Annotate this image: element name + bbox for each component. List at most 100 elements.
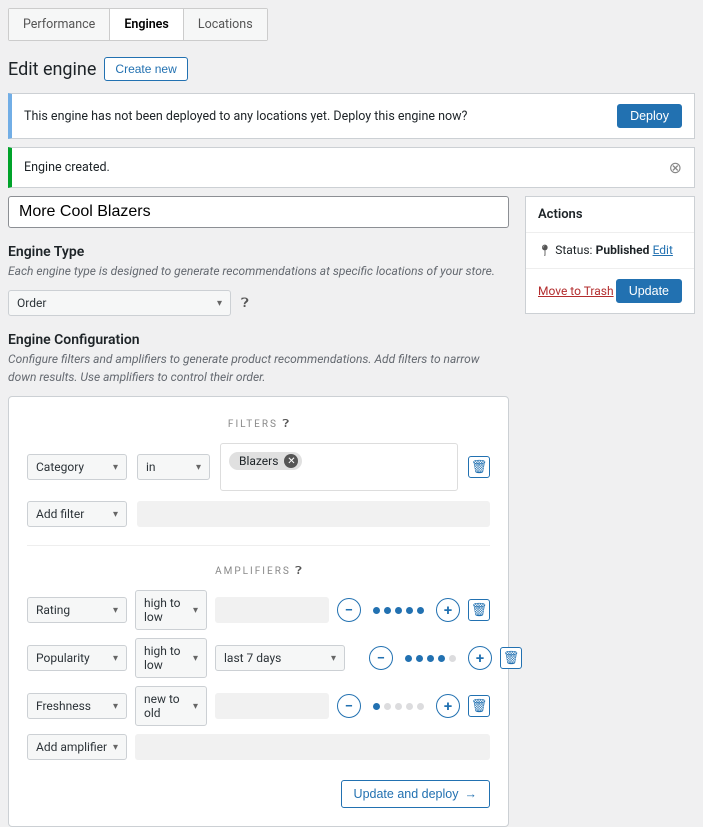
amplifier-placeholder [135,734,490,760]
engine-type-value: Order [17,296,46,310]
update-deploy-button[interactable]: Update and deploy → [341,780,490,808]
chevron-down-icon: ▾ [193,701,198,712]
add-filter-select[interactable]: Add filter▾ [27,501,127,527]
config-panel: FILTERS ❓︎ Category▾ in▾ Blazers ✕ 🗑︎ [8,396,509,827]
status-label: Status: [555,243,592,257]
filters-header: FILTERS ❓︎ [27,417,490,431]
actions-heading: Actions [526,197,694,233]
help-icon[interactable]: ❓︎ [295,564,302,577]
chevron-down-icon: ▾ [113,701,118,712]
weight-dot [373,703,380,710]
amp-placeholder [215,597,329,623]
deploy-notice: This engine has not been deployed to any… [8,93,695,139]
help-icon[interactable]: ❓︎ [241,296,249,311]
filter-attr-select[interactable]: Category▾ [27,454,127,480]
chevron-down-icon: ▾ [113,605,118,616]
tab-bar: Performance Engines Locations [8,8,268,41]
increase-weight-button[interactable]: + [436,694,460,718]
chevron-down-icon: ▾ [196,462,201,473]
weight-dot [417,703,424,710]
deploy-button[interactable]: Deploy [617,104,682,128]
engine-type-select[interactable]: Order ▾ [8,290,231,316]
amplifier-row: Popularity▾ high to low▾ last 7 days▾ − … [27,638,490,678]
weight-dot [427,655,434,662]
weight-indicator [369,607,428,614]
increase-weight-button[interactable]: + [468,646,492,670]
engine-type-desc: Each engine type is designed to generate… [8,262,509,280]
page-title: Edit engine [8,59,96,80]
chevron-down-icon: ▾ [193,605,198,616]
actions-box: Actions 📍︎ Status: Published Edit Move t… [525,196,695,314]
tab-performance[interactable]: Performance [9,9,110,40]
decrease-weight-button[interactable]: − [337,694,361,718]
delete-amplifier-button[interactable]: 🗑︎ [468,695,490,717]
filter-token-label: Blazers [239,454,278,468]
delete-amplifier-button[interactable]: 🗑︎ [500,647,522,669]
weight-dot [438,655,445,662]
filter-token: Blazers ✕ [229,452,302,470]
weight-dot [395,607,402,614]
delete-filter-button[interactable]: 🗑︎ [468,456,490,478]
engine-config-desc: Configure filters and amplifiers to gene… [8,350,509,386]
trash-icon: 🗑︎ [503,651,520,666]
amp-dir-select[interactable]: high to low▾ [135,638,207,678]
trash-icon: 🗑︎ [471,699,488,714]
help-icon[interactable]: ❓︎ [282,417,289,430]
decrease-weight-button[interactable]: − [337,598,361,622]
engine-config-heading: Engine Configuration [8,332,509,348]
tab-locations[interactable]: Locations [184,9,267,40]
create-new-button[interactable]: Create new [104,57,187,81]
trash-icon: 🗑︎ [471,603,488,618]
amplifier-row: Rating▾ high to low▾ − + 🗑︎ [27,590,490,630]
arrow-right-icon: → [465,787,478,801]
chevron-down-icon: ▾ [331,653,336,664]
chevron-down-icon: ▾ [113,509,118,520]
weight-indicator [401,655,460,662]
weight-dot [406,607,413,614]
filter-value-box[interactable]: Blazers ✕ [220,443,458,491]
chevron-down-icon: ▾ [113,653,118,664]
status-value: Published [596,243,650,257]
amp-range-select[interactable]: last 7 days▾ [215,645,345,671]
remove-token-icon[interactable]: ✕ [284,454,298,468]
amp-attr-select[interactable]: Freshness▾ [27,693,127,719]
edit-status-link[interactable]: Edit [653,243,673,257]
filter-placeholder [137,501,490,527]
amp-attr-select[interactable]: Popularity▾ [27,645,127,671]
created-notice-text: Engine created. [24,160,110,175]
engine-type-heading: Engine Type [8,244,509,260]
dismiss-icon[interactable]: ⊗ [669,158,682,177]
weight-dot [406,703,413,710]
trash-icon: 🗑︎ [471,460,488,475]
increase-weight-button[interactable]: + [436,598,460,622]
weight-dot [384,607,391,614]
weight-dot [373,607,380,614]
add-amplifier-select[interactable]: Add amplifier▾ [27,734,127,760]
decrease-weight-button[interactable]: − [369,646,393,670]
weight-dot [384,703,391,710]
amp-placeholder [353,645,361,671]
update-button[interactable]: Update [616,279,682,303]
chevron-down-icon: ▾ [193,653,198,664]
pin-icon: 📍︎ [538,244,552,257]
created-notice: Engine created. ⊗ [8,147,695,188]
weight-dot [395,703,402,710]
tab-engines[interactable]: Engines [110,9,184,40]
delete-amplifier-button[interactable]: 🗑︎ [468,599,490,621]
amp-attr-select[interactable]: Rating▾ [27,597,127,623]
weight-dot [405,655,412,662]
chevron-down-icon: ▾ [217,298,222,309]
weight-dot [417,607,424,614]
amp-dir-select[interactable]: new to old▾ [135,686,207,726]
chevron-down-icon: ▾ [113,742,118,753]
weight-dot [416,655,423,662]
engine-name-input[interactable] [8,196,509,228]
weight-dot [449,655,456,662]
amplifier-row: Freshness▾ new to old▾ − + 🗑︎ [27,686,490,726]
chevron-down-icon: ▾ [113,462,118,473]
amp-placeholder [215,693,329,719]
filter-op-select[interactable]: in▾ [137,454,210,480]
weight-indicator [369,703,428,710]
amp-dir-select[interactable]: high to low▾ [135,590,207,630]
move-to-trash-link[interactable]: Move to Trash [538,284,614,298]
